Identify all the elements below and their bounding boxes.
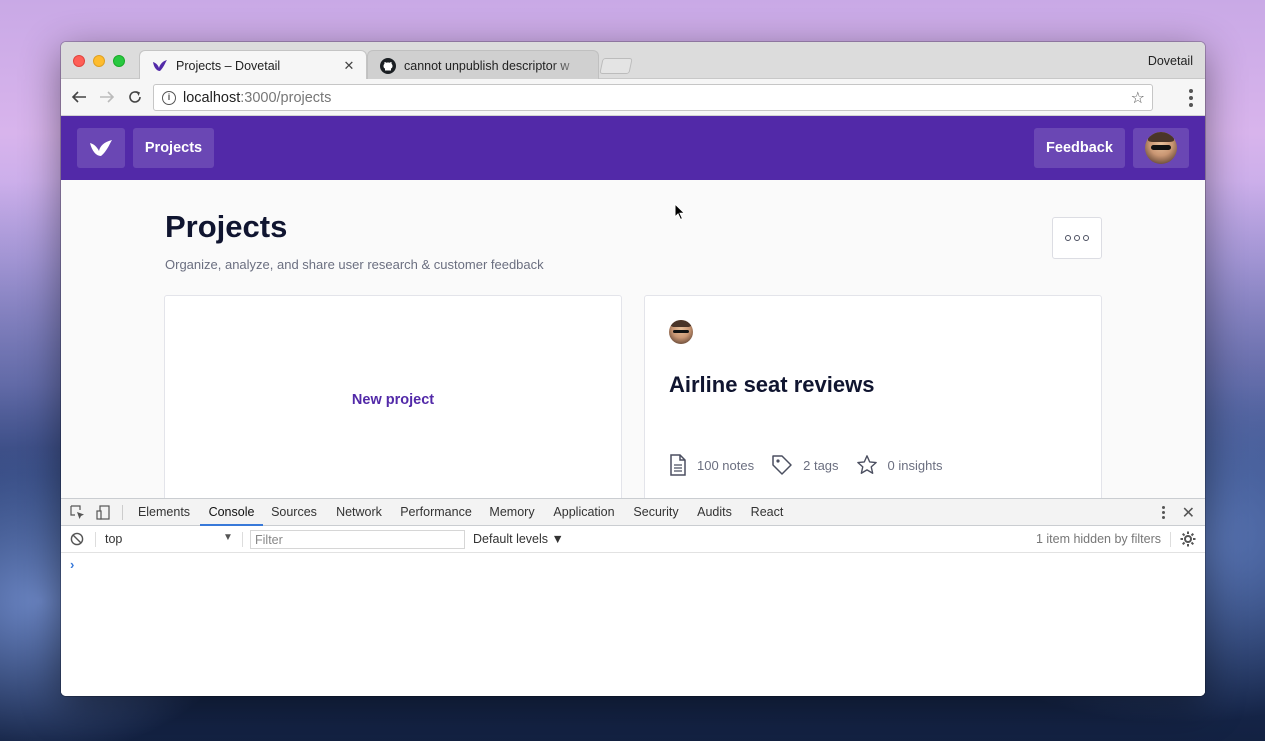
back-icon[interactable] [69,87,89,107]
page-subtitle: Organize, analyze, and share user resear… [165,257,544,272]
clear-console-icon[interactable] [70,532,84,549]
tab-projects-dovetail[interactable]: Projects – Dovetail ✕ [139,50,367,80]
project-title: Airline seat reviews [669,372,875,397]
reload-icon[interactable] [125,87,145,107]
divider [242,532,243,547]
tab-react[interactable]: React [746,499,788,526]
more-options-button[interactable] [1052,217,1102,259]
devtools-tab-bar: Elements Console Sources Network Perform… [61,499,1205,526]
user-menu-button[interactable] [1133,128,1189,168]
devtools-panel: Elements Console Sources Network Perform… [61,498,1205,696]
main-content: Projects Organize, analyze, and share us… [61,180,1205,498]
filter-input[interactable] [250,530,465,549]
chevron-down-icon[interactable]: ▼ [223,532,233,543]
minimize-window-button[interactable] [93,55,105,67]
tab-network[interactable]: Network [330,499,388,526]
tab-title: Projects – Dovetail [176,58,281,73]
tab-security[interactable]: Security [629,499,683,526]
url-host: localhost [183,89,241,106]
tab-performance[interactable]: Performance [397,499,475,526]
context-selector[interactable]: top [105,532,235,546]
console-toolbar: top ▼ Default levels ▼ 1 item hidden by … [61,526,1205,553]
gear-icon[interactable] [1180,531,1196,550]
log-levels-dropdown[interactable]: Default levels ▼ [473,532,564,546]
tab-title: cannot unpublish descriptor w [404,58,570,73]
close-window-button[interactable] [73,55,85,67]
tag-icon [772,455,792,475]
project-stats: 100 notes 2 tags 0 insights [669,454,959,476]
notes-stat: 100 notes [669,454,754,476]
page-title: Projects [165,209,288,244]
github-icon [380,57,396,74]
notes-count: 100 notes [697,457,755,473]
profile-name[interactable]: Dovetail [1148,54,1193,68]
avatar [669,320,693,344]
hidden-items-note: 1 item hidden by filters [1035,532,1161,546]
zoom-window-button[interactable] [113,55,125,67]
mouse-cursor-icon [674,202,686,226]
insights-count: 0 insights [887,457,943,473]
project-card[interactable]: Airline seat reviews 100 notes 2 tags 0 … [644,295,1102,498]
dovetail-logo-button[interactable] [77,128,125,168]
browser-window: Projects – Dovetail ✕ cannot unpublish d… [61,42,1205,696]
tab-github-issue[interactable]: cannot unpublish descriptor w [367,50,599,80]
console-output[interactable]: › [61,553,1205,696]
document-icon [670,454,686,476]
new-tab-button[interactable] [599,58,633,74]
tab-close-icon[interactable]: ✕ [342,58,356,74]
divider [1170,532,1171,547]
insights-stat: 0 insights [856,454,943,476]
forward-icon[interactable] [97,87,117,107]
bookmark-star-icon[interactable]: ☆ [1131,88,1145,108]
dovetail-bird-icon [90,140,112,156]
browser-menu-icon[interactable] [1189,89,1193,107]
new-project-label: New project [351,392,435,408]
tab-application[interactable]: Application [549,499,619,526]
tab-elements[interactable]: Elements [133,499,195,526]
dovetail-bird-icon [152,58,168,74]
app-header: Projects Feedback [61,116,1205,180]
star-icon [856,455,877,474]
inspect-element-icon[interactable] [69,504,85,520]
site-info-icon[interactable]: i [162,90,176,105]
browser-toolbar: i localhost:3000/projects ☆ [61,79,1205,116]
tags-count: 2 tags [803,457,839,473]
address-bar[interactable]: i localhost:3000/projects ☆ [153,84,1153,111]
tab-memory[interactable]: Memory [485,499,539,526]
tab-audits[interactable]: Audits [692,499,737,526]
device-toolbar-icon[interactable] [95,504,111,520]
projects-nav-button[interactable]: Projects [133,128,214,168]
url-path: :3000/projects [240,89,332,106]
divider [122,505,123,520]
devtools-menu-icon[interactable] [1162,506,1165,519]
new-project-card[interactable]: New project [164,295,622,498]
tab-strip: Projects – Dovetail ✕ cannot unpublish d… [61,42,1205,80]
tab-sources[interactable]: Sources [267,499,321,526]
tab-console[interactable]: Console [200,499,263,526]
feedback-button[interactable]: Feedback [1034,128,1125,168]
close-devtools-icon[interactable]: ✕ [1182,503,1195,523]
tags-stat: 2 tags [771,454,839,476]
divider [95,532,96,547]
avatar [1145,132,1177,164]
console-prompt[interactable]: › [70,557,74,572]
